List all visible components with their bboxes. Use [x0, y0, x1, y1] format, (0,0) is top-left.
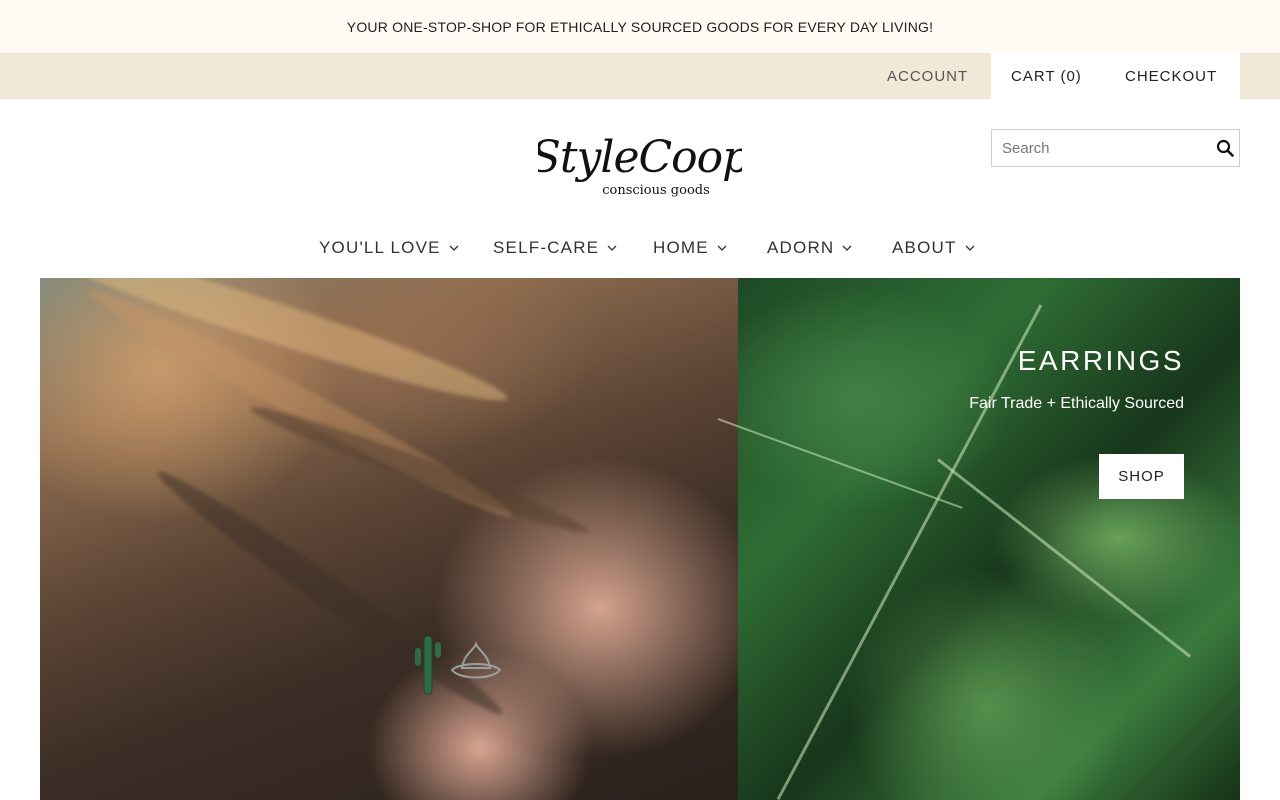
- hero-image-earrings: [40, 278, 738, 800]
- cart-link[interactable]: CART (0): [1011, 53, 1082, 99]
- nav-item-label: HOME: [653, 238, 709, 257]
- search-input[interactable]: [992, 130, 1211, 166]
- nav-item-self-care[interactable]: SELF-CARE: [493, 228, 617, 268]
- account-bar: ACCOUNT CART (0) CHECKOUT: [0, 53, 1280, 99]
- chevron-down-icon: [842, 243, 852, 253]
- chevron-down-icon: [717, 243, 727, 253]
- announcement-text: YOUR ONE-STOP-SHOP FOR ETHICALLY SOURCED…: [346, 18, 934, 35]
- hero-title: EARRINGS: [1017, 345, 1184, 376]
- chevron-down-icon: [449, 243, 459, 253]
- hero-subtitle: Fair Trade + Ethically Sourced: [969, 395, 1184, 412]
- search-icon[interactable]: [1211, 130, 1239, 166]
- svg-text:StyleCoop: StyleCoop: [538, 132, 742, 183]
- nav-item-label: ADORN: [767, 238, 835, 257]
- checkout-link[interactable]: CHECKOUT: [1125, 53, 1217, 99]
- logo-wordmark: StyleCoop conscious goods: [531, 132, 751, 198]
- cactus-earring-icon: [415, 635, 502, 695]
- site-logo[interactable]: StyleCoop conscious goods: [531, 124, 751, 206]
- search-box: [991, 129, 1240, 167]
- nav-item-adorn[interactable]: ADORN: [767, 228, 852, 268]
- main-nav: YOU'LL LOVE SELF-CARE HOME ADORN ABOUT: [0, 228, 1280, 268]
- nav-item-youll-love[interactable]: YOU'LL LOVE: [319, 228, 459, 268]
- nav-item-label: SELF-CARE: [493, 238, 600, 257]
- nav-item-home[interactable]: HOME: [653, 228, 727, 268]
- nav-item-label: YOU'LL LOVE: [319, 238, 441, 257]
- nav-item-label: ABOUT: [892, 238, 957, 257]
- shop-button[interactable]: SHOP: [1099, 454, 1184, 499]
- account-link[interactable]: ACCOUNT: [887, 53, 968, 99]
- chevron-down-icon: [607, 243, 617, 253]
- announcement-bar: YOUR ONE-STOP-SHOP FOR ETHICALLY SOURCED…: [0, 0, 1280, 53]
- hero-banner: EARRINGS Fair Trade + Ethically Sourced …: [40, 278, 1240, 800]
- chevron-down-icon: [965, 243, 975, 253]
- svg-text:conscious goods: conscious goods: [602, 183, 710, 198]
- nav-item-about[interactable]: ABOUT: [892, 228, 975, 268]
